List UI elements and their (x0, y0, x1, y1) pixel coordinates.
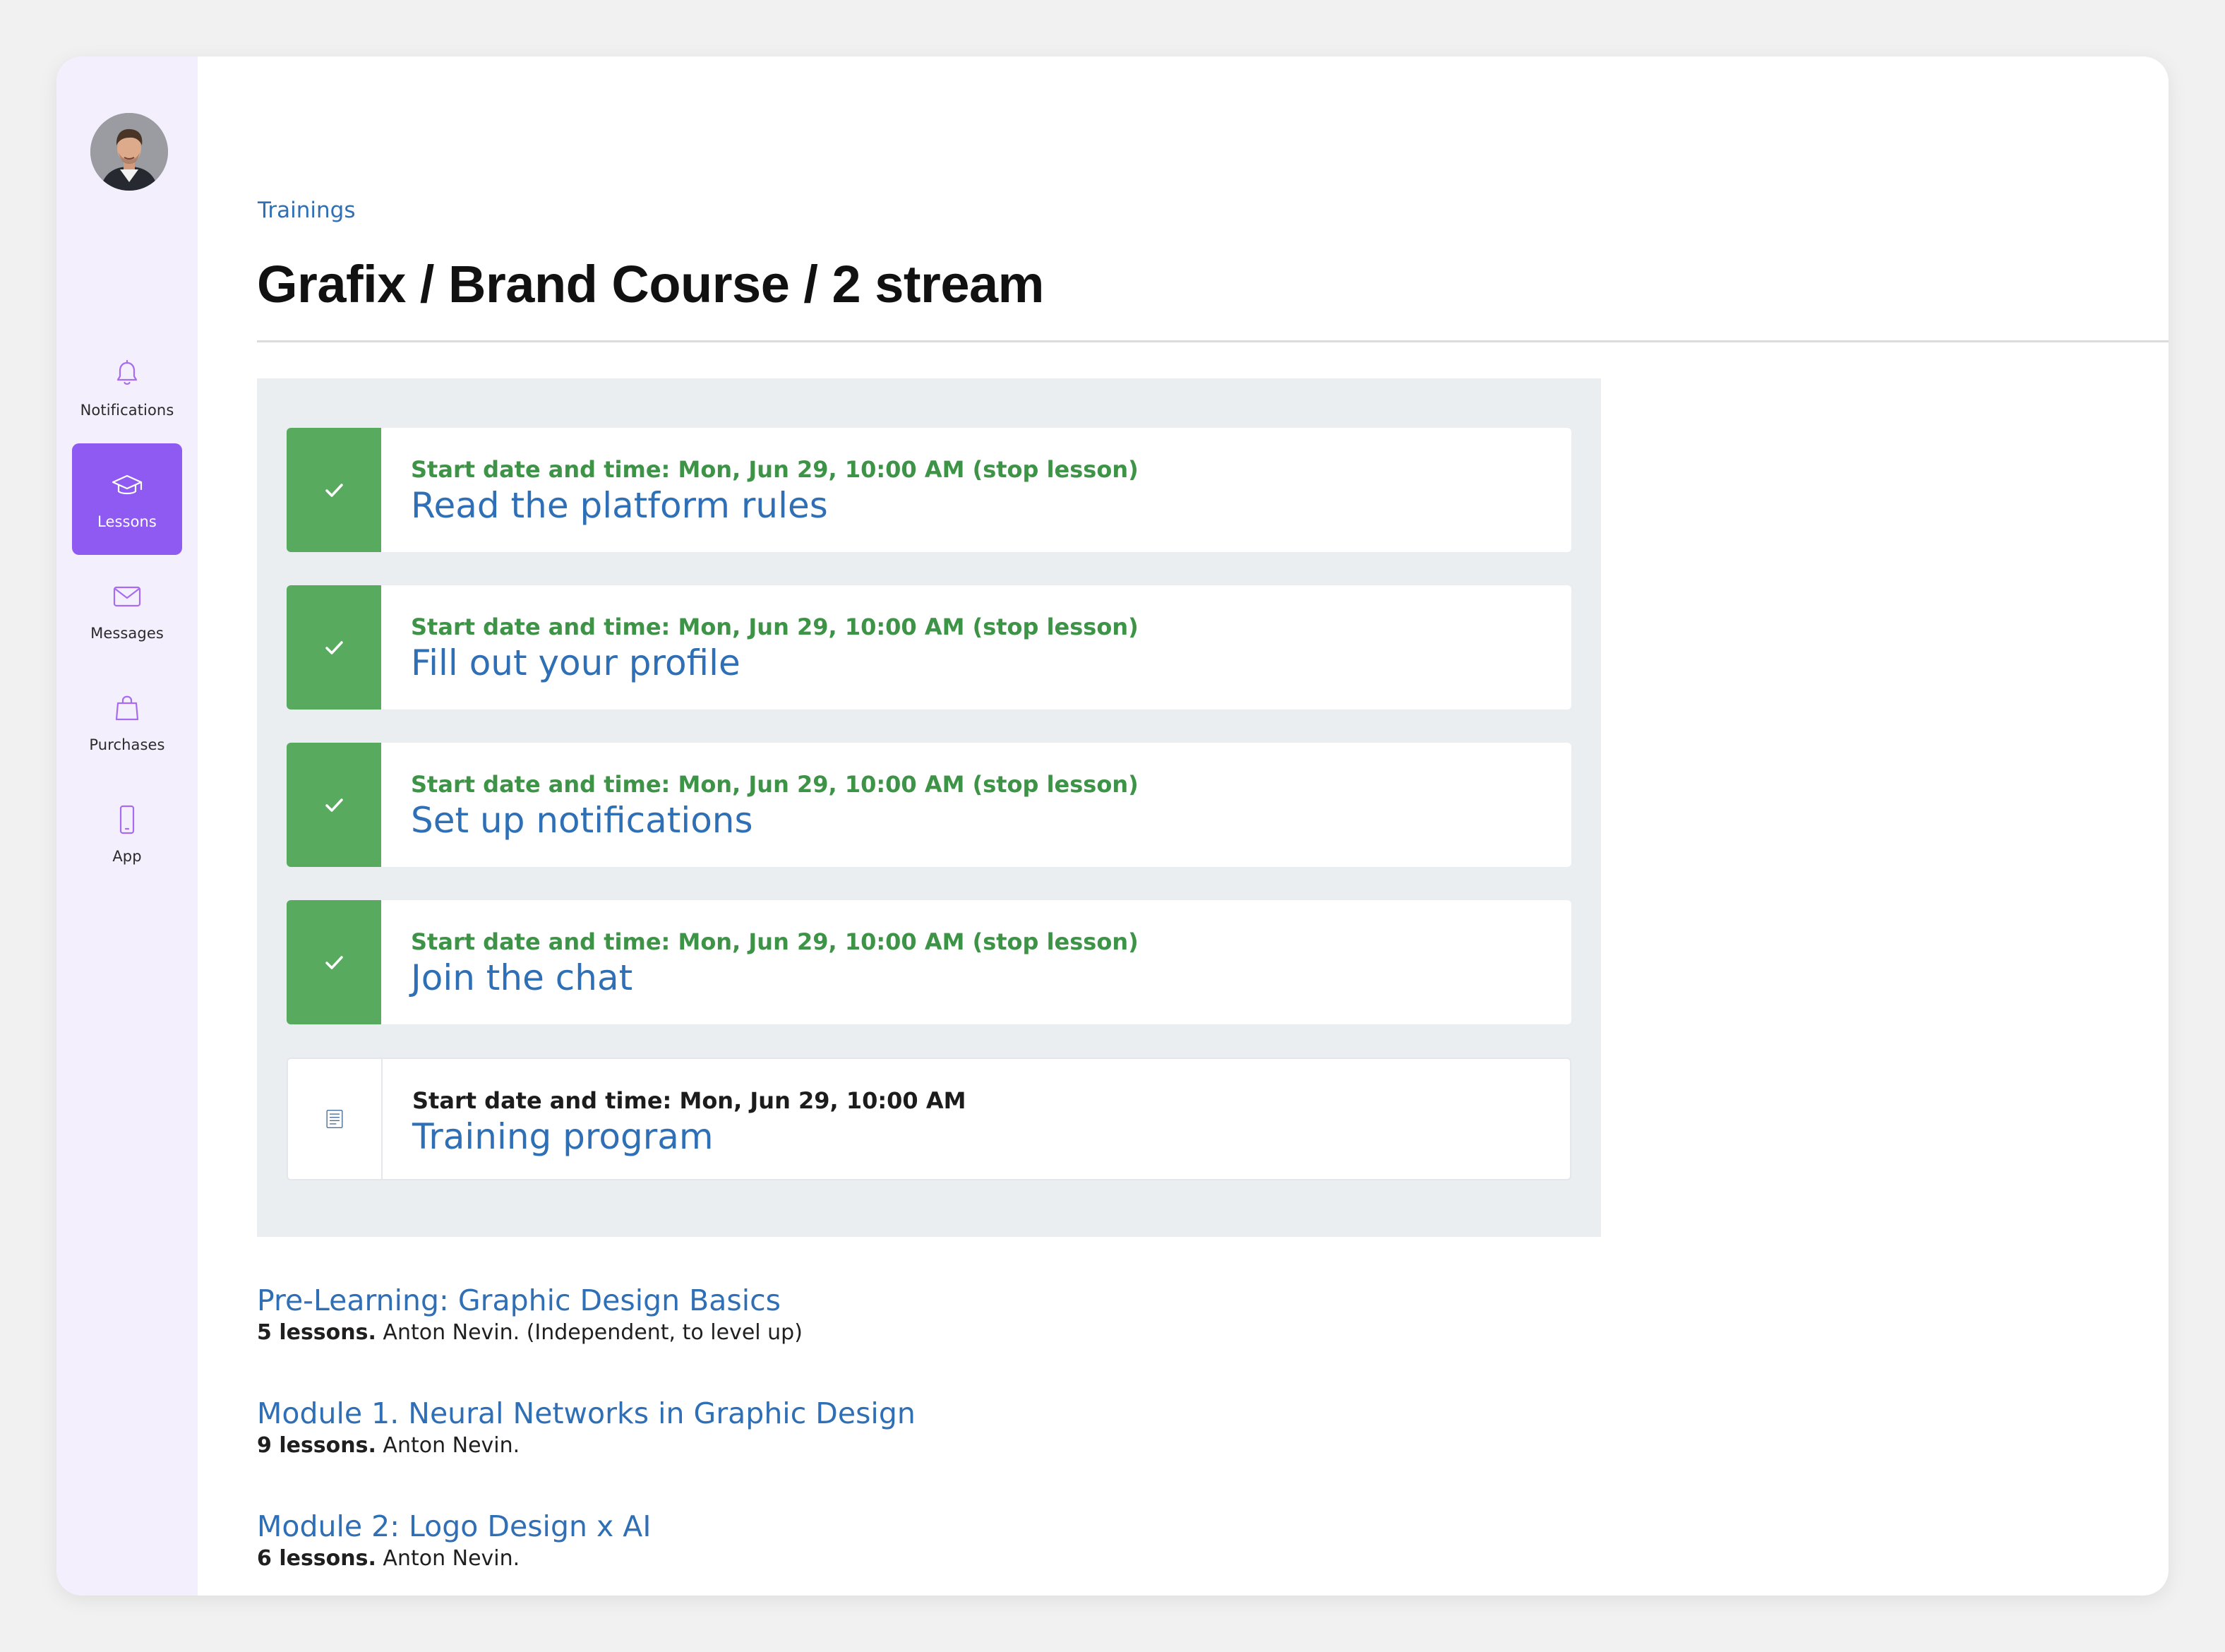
lesson-card[interactable]: Start date and time: Mon, Jun 29, 10:00 … (287, 585, 1571, 710)
shopping-bag-icon (110, 691, 144, 725)
module-title[interactable]: Module 2: Logo Design x AI (257, 1508, 651, 1545)
main-content: Trainings Grafix / Brand Course / 2 stre… (198, 56, 2169, 1596)
module-author: Anton Nevin. (Independent, to level up) (376, 1320, 803, 1345)
lesson-status-completed (287, 585, 381, 710)
lesson-start-date: Start date and time: Mon, Jun 29, 10:00 … (411, 613, 1139, 640)
avatar-photo (90, 113, 168, 191)
lesson-title[interactable]: Training program (412, 1115, 966, 1158)
sidebar-item-app[interactable]: App (72, 778, 182, 890)
lesson-status-completed (287, 743, 381, 867)
module-title[interactable]: Pre-Learning: Graphic Design Basics (257, 1282, 803, 1319)
sidebar-item-purchases[interactable]: Purchases (72, 666, 182, 778)
lesson-card[interactable]: Start date and time: Mon, Jun 29, 10:00 … (287, 428, 1571, 552)
lesson-card[interactable]: Start date and time: Mon, Jun 29, 10:00 … (287, 1058, 1571, 1180)
lessons-panel: Start date and time: Mon, Jun 29, 10:00 … (257, 378, 1601, 1237)
module-details: 6 lessons. Anton Nevin. (257, 1545, 651, 1573)
sidebar-item-label: Notifications (80, 402, 174, 419)
checkmark-icon (325, 641, 343, 654)
sidebar-item-label: Messages (90, 625, 164, 642)
checkmark-icon (325, 484, 343, 497)
lesson-start-date: Start date and time: Mon, Jun 29, 10:00 … (411, 456, 1139, 483)
module-item: Module 1. Neural Networks in Graphic Des… (257, 1395, 916, 1460)
module-title[interactable]: Module 1. Neural Networks in Graphic Des… (257, 1395, 916, 1432)
page-title: Grafix / Brand Course / 2 stream (257, 255, 1044, 313)
sidebar-item-label: Purchases (89, 736, 165, 753)
document-icon (326, 1109, 343, 1129)
lesson-card[interactable]: Start date and time: Mon, Jun 29, 10:00 … (287, 743, 1571, 867)
sidebar-item-label: Lessons (97, 513, 157, 530)
sidebar-item-lessons[interactable]: Lessons (72, 443, 182, 555)
breadcrumb[interactable]: Trainings (258, 198, 355, 223)
sidebar-item-notifications[interactable]: Notifications (72, 332, 182, 443)
module-item: Pre-Learning: Graphic Design Basics 5 le… (257, 1282, 803, 1347)
sidebar-nav: Notifications Lessons Messages Purchases… (72, 332, 182, 890)
module-author: Anton Nevin. (376, 1546, 520, 1571)
module-lesson-count: 6 lessons. (257, 1546, 376, 1571)
checkmark-icon (325, 798, 343, 812)
sidebar: Notifications Lessons Messages Purchases… (56, 56, 198, 1596)
lesson-status-pending (288, 1059, 383, 1179)
checkmark-icon (325, 956, 343, 969)
module-author: Anton Nevin. (376, 1433, 520, 1458)
module-details: 5 lessons. Anton Nevin. (Independent, to… (257, 1319, 803, 1347)
lesson-start-date: Start date and time: Mon, Jun 29, 10:00 … (412, 1087, 966, 1114)
header-divider (257, 340, 2169, 342)
sidebar-item-messages[interactable]: Messages (72, 555, 182, 666)
module-lesson-count: 5 lessons. (257, 1320, 376, 1345)
lesson-title[interactable]: Fill out your profile (411, 642, 1139, 684)
app-window: Notifications Lessons Messages Purchases… (56, 56, 2169, 1596)
module-lesson-count: 9 lessons. (257, 1433, 376, 1458)
smartphone-icon (110, 803, 144, 837)
graduation-cap-icon (110, 468, 144, 502)
lesson-title[interactable]: Join the chat (411, 957, 1139, 999)
bell-icon (110, 357, 144, 390)
lesson-status-completed (287, 900, 381, 1024)
lesson-status-completed (287, 428, 381, 552)
avatar[interactable] (90, 113, 168, 191)
lesson-start-date: Start date and time: Mon, Jun 29, 10:00 … (411, 771, 1139, 798)
lesson-start-date: Start date and time: Mon, Jun 29, 10:00 … (411, 928, 1139, 955)
module-details: 9 lessons. Anton Nevin. (257, 1432, 916, 1460)
lesson-card[interactable]: Start date and time: Mon, Jun 29, 10:00 … (287, 900, 1571, 1024)
sidebar-item-label: App (112, 848, 142, 865)
lesson-title[interactable]: Set up notifications (411, 799, 1139, 842)
lesson-title[interactable]: Read the platform rules (411, 484, 1139, 527)
envelope-icon (110, 580, 144, 613)
module-item: Module 2: Logo Design x AI 6 lessons. An… (257, 1508, 651, 1573)
